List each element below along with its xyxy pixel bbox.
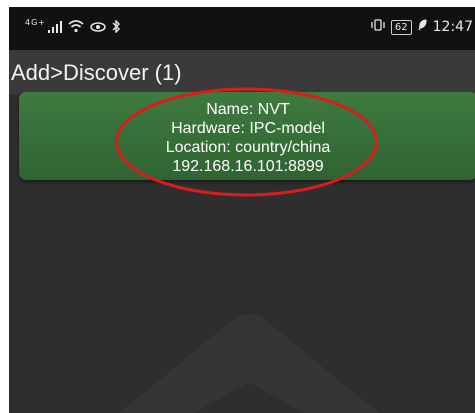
network-type-label: 4G+ xyxy=(25,18,46,27)
background-watermark-shape xyxy=(119,314,379,413)
signal-bars-icon xyxy=(48,20,62,37)
leaf-icon xyxy=(418,19,427,35)
discovered-device-item[interactable]: Name: NVT Hardware: IPC-model Location: … xyxy=(19,92,475,180)
page-title: Add>Discover (1) xyxy=(11,60,182,85)
device-name: Name: NVT xyxy=(206,101,290,118)
status-time: 12:47 xyxy=(432,19,473,35)
device-address: 192.168.16.101:8899 xyxy=(172,158,324,175)
bluetooth-icon xyxy=(112,19,121,37)
phone-screen: 4G+ 62 12:47 Add>Discover (1) Name: NVT … xyxy=(9,7,475,413)
status-bar-left: 4G+ xyxy=(25,18,121,37)
battery-indicator: 62 xyxy=(390,19,412,35)
status-bar-right: 62 12:47 xyxy=(371,19,473,35)
device-location: Location: country/china xyxy=(165,139,331,156)
eye-icon xyxy=(90,21,106,37)
status-bar: 4G+ 62 12:47 xyxy=(9,7,475,50)
device-info: Name: NVT Hardware: IPC-model Location: … xyxy=(19,100,475,176)
wifi-icon xyxy=(68,20,84,37)
device-hardware: Hardware: IPC-model xyxy=(171,120,325,137)
app-header: Add>Discover (1) xyxy=(9,50,475,94)
vibrate-icon xyxy=(371,19,385,35)
